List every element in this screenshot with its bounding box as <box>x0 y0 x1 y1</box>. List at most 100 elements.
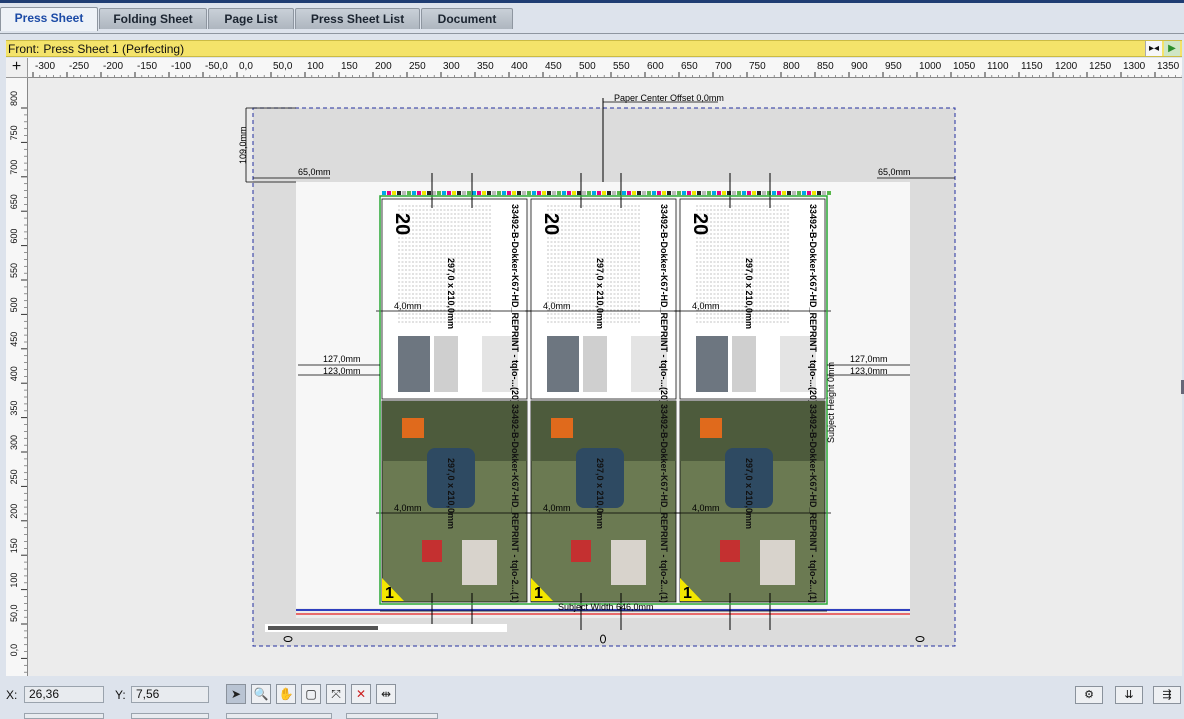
ruler-label: 350 <box>477 61 494 72</box>
ruler-label: 300 <box>9 435 19 450</box>
color-patch <box>807 191 811 195</box>
color-patch <box>422 191 426 195</box>
ruler-label: 450 <box>9 332 19 347</box>
measure-icon[interactable]: ⇹ <box>376 684 396 704</box>
y-coordinate-field[interactable]: 7,56 <box>131 686 209 703</box>
color-patch <box>607 191 611 195</box>
subject-height-label: Subject Height 0mm <box>826 362 836 443</box>
lower-field-2[interactable] <box>131 713 209 719</box>
page-column[interactable]: 20 33492-B-Dokker-K67-HD_REPRINT - tqlo-.… <box>525 173 682 630</box>
ruler-label: 900 <box>851 61 868 72</box>
ruler-label: -300 <box>35 61 55 72</box>
page-table <box>583 336 607 392</box>
settings-icon[interactable]: ⚙ <box>1075 686 1103 704</box>
color-patch <box>562 191 566 195</box>
tab-underline <box>0 33 1184 34</box>
zoom-icon[interactable]: 🔍 <box>251 684 271 704</box>
ruler-label: -100 <box>171 61 191 72</box>
color-patch <box>402 191 406 195</box>
color-patch <box>417 191 421 195</box>
color-patch <box>687 191 691 195</box>
lower-field-3[interactable] <box>226 713 332 719</box>
ruler-label: 100 <box>9 573 19 588</box>
x-coordinate-field[interactable]: 26,36 <box>24 686 104 703</box>
ruler-label: 700 <box>715 61 732 72</box>
color-patch <box>382 191 386 195</box>
pointer-icon[interactable]: ➤ <box>226 684 246 704</box>
color-patch <box>487 191 491 195</box>
color-patch <box>457 191 461 195</box>
collapse-toggle-icon[interactable]: ▸◂ <box>1145 41 1162 56</box>
color-patch <box>742 191 746 195</box>
tab-document[interactable]: Document <box>421 8 513 29</box>
color-patch <box>452 191 456 195</box>
page-job-label-top: 33492-B-Dokker-K67-HD_REPRINT - tqlo-...… <box>808 204 818 403</box>
ruler-label: 1250 <box>1089 61 1112 72</box>
color-patch <box>577 191 581 195</box>
page-column[interactable]: 20 33492-B-Dokker-K67-HD_REPRINT - tqlo-.… <box>674 173 831 630</box>
color-patch <box>697 191 701 195</box>
tab-bar: Press Sheet Folding Sheet Page List Pres… <box>0 5 1184 34</box>
delete-mark-icon[interactable]: ✕ <box>351 684 371 704</box>
lower-field-1[interactable] <box>24 713 104 719</box>
page-job-label-bottom: 33492-B-Dokker-K67-HD_REPRINT - tqlo-2..… <box>659 404 669 603</box>
page-photo <box>398 336 430 392</box>
lower-field-4[interactable] <box>346 713 438 719</box>
ruler-label: 500 <box>579 61 596 72</box>
color-patch <box>777 191 781 195</box>
gap-label: 4,0mm <box>543 301 571 311</box>
align-icon[interactable]: ⇊ <box>1115 686 1143 704</box>
ruler-origin-icon[interactable]: + <box>6 58 28 78</box>
page-job-label-top: 33492-B-Dokker-K67-HD_REPRINT - tqlo-...… <box>659 204 669 403</box>
gap-label: 4,0mm <box>394 301 422 311</box>
ruler-label: 1200 <box>1055 61 1078 72</box>
next-sheet-icon[interactable]: ▶ <box>1164 41 1180 56</box>
color-patch <box>432 191 436 195</box>
ruler-label: 650 <box>9 194 19 209</box>
page-number-bottom: 1 <box>683 585 692 602</box>
tab-page-list[interactable]: Page List <box>208 8 294 29</box>
color-patch <box>442 191 446 195</box>
distribute-icon[interactable]: ⇶ <box>1153 686 1181 704</box>
ruler-label: 250 <box>409 61 426 72</box>
page-job-label-bottom: 33492-B-Dokker-K67-HD_REPRINT - tqlo-2..… <box>510 404 520 603</box>
color-patch <box>667 191 671 195</box>
color-patch <box>702 191 706 195</box>
horizontal-ruler[interactable]: -300 -250 -200 -150 -100 -50,0 0,0 50,0 100 150 20… <box>28 58 1182 78</box>
tab-folding-sheet[interactable]: Folding Sheet <box>99 8 207 29</box>
color-patch <box>792 191 796 195</box>
color-patch <box>537 191 541 195</box>
color-patch <box>397 191 401 195</box>
right-margin-label: 65,0mm <box>878 167 911 177</box>
tab-press-sheet-list[interactable]: Press Sheet List <box>295 8 420 29</box>
hand-icon[interactable]: ✋ <box>276 684 296 704</box>
color-patch <box>527 191 531 195</box>
resize-icon[interactable]: ⤧ <box>326 684 346 704</box>
ruler-label: -200 <box>103 61 123 72</box>
ruler-label: 1000 <box>919 61 942 72</box>
ruler-label: 700 <box>9 160 19 175</box>
right-127-label: 127,0mm <box>850 354 888 364</box>
color-patch <box>682 191 686 195</box>
color-patch <box>412 191 416 195</box>
vertical-ruler[interactable]: 800 750 700 650 600 550 500 450 400 350 300 250 200 1… <box>6 78 28 676</box>
color-patch <box>587 191 591 195</box>
color-patch <box>437 191 441 195</box>
ruler-label: 150 <box>9 538 19 553</box>
subject-width-label: Subject Width 646,0mm <box>558 602 654 612</box>
color-patch <box>407 191 411 195</box>
crop-icon[interactable]: ▢ <box>301 684 321 704</box>
color-patch <box>662 191 666 195</box>
press-sheet-canvas[interactable]: 20 33492-B-Dokker-K67-HD_REPRINT - tqlo-.… <box>28 78 1182 676</box>
right-123-label: 123,0mm <box>850 366 888 376</box>
color-patch <box>572 191 576 195</box>
ruler-label: 1350 <box>1157 61 1180 72</box>
tab-press-sheet[interactable]: Press Sheet <box>0 7 98 31</box>
color-patch <box>737 191 741 195</box>
ruler-label: 100 <box>307 61 324 72</box>
color-patch <box>597 191 601 195</box>
page-column[interactable]: 20 33492-B-Dokker-K67-HD_REPRINT - tqlo-.… <box>376 173 533 630</box>
color-patch <box>612 191 616 195</box>
color-patch <box>642 191 646 195</box>
color-patch <box>462 191 466 195</box>
